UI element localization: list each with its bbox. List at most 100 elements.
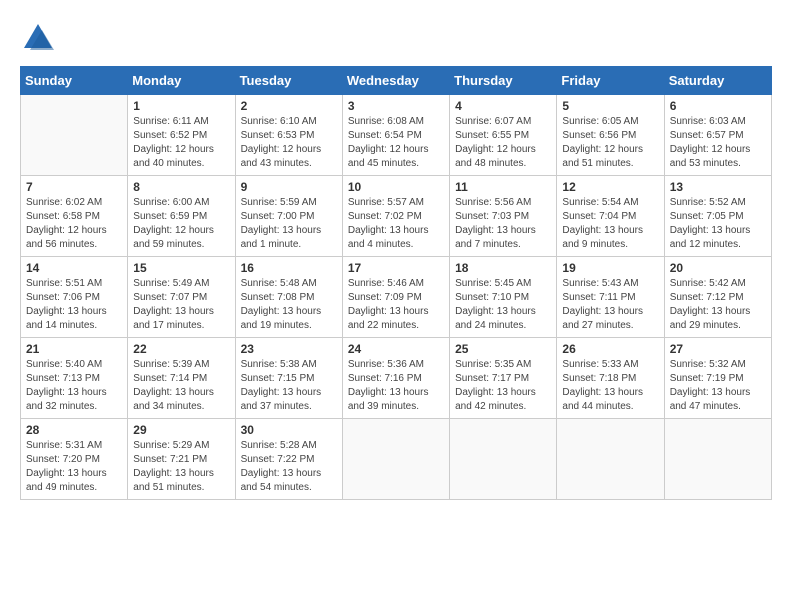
header [20, 20, 772, 56]
day-info: Sunrise: 6:07 AMSunset: 6:55 PMDaylight:… [455, 115, 551, 171]
day-number: 18 [455, 261, 551, 275]
day-info: Sunrise: 6:02 AMSunset: 6:58 PMDaylight:… [26, 196, 122, 252]
calendar-week-row: 1 Sunrise: 6:11 AMSunset: 6:52 PMDaylight… [21, 95, 772, 176]
calendar-cell: 17 Sunrise: 5:46 AMSunset: 7:09 PMDayligh… [342, 257, 449, 338]
calendar-cell: 7 Sunrise: 6:02 AMSunset: 6:58 PMDaylight… [21, 176, 128, 257]
calendar-cell: 10 Sunrise: 5:57 AMSunset: 7:02 PMDayligh… [342, 176, 449, 257]
day-number: 10 [348, 180, 444, 194]
day-info: Sunrise: 5:49 AMSunset: 7:07 PMDaylight:… [133, 277, 229, 333]
calendar-cell: 26Sunrise: 5:33 AMSunset: 7:18 PMDayligh… [557, 338, 664, 419]
day-info: Sunrise: 5:40 AMSunset: 7:13 PMDaylight:… [26, 358, 122, 414]
calendar-cell: 27 Sunrise: 5:32 AMSunset: 7:19 PMDayligh… [664, 338, 771, 419]
calendar-cell: 22 Sunrise: 5:39 AMSunset: 7:14 PMDayligh… [128, 338, 235, 419]
day-info: Sunrise: 6:05 AMSunset: 6:56 PMDaylight:… [562, 115, 658, 171]
day-info: Sunrise: 6:10 AMSunset: 6:53 PMDaylight:… [241, 115, 337, 171]
col-header-thursday: Thursday [450, 67, 557, 95]
day-number: 21 [26, 342, 122, 356]
logo [20, 20, 62, 56]
day-info: Sunrise: 6:11 AMSunset: 6:52 PMDaylight:… [133, 115, 229, 171]
day-info: Sunrise: 5:56 AMSunset: 7:03 PMDaylight:… [455, 196, 551, 252]
day-info: Sunrise: 5:43 AMSunset: 7:11 PMDaylight:… [562, 277, 658, 333]
day-number: 13 [670, 180, 766, 194]
day-number: 1 [133, 99, 229, 113]
day-number: 15 [133, 261, 229, 275]
day-number: 19 [562, 261, 658, 275]
calendar: SundayMondayTuesdayWednesdayThursdayFrid… [20, 66, 772, 500]
day-info: Sunrise: 5:59 AMSunset: 7:00 PMDaylight:… [241, 196, 337, 252]
day-info: Sunrise: 5:29 AMSunset: 7:21 PMDaylight:… [133, 439, 229, 495]
calendar-cell: 14 Sunrise: 5:51 AMSunset: 7:06 PMDayligh… [21, 257, 128, 338]
day-number: 3 [348, 99, 444, 113]
day-info: Sunrise: 5:45 AMSunset: 7:10 PMDaylight:… [455, 277, 551, 333]
day-info: Sunrise: 5:33 AMSunset: 7:18 PMDaylight:… [562, 358, 658, 414]
day-number: 17 [348, 261, 444, 275]
day-number: 8 [133, 180, 229, 194]
col-header-wednesday: Wednesday [342, 67, 449, 95]
calendar-cell: 5 Sunrise: 6:05 AMSunset: 6:56 PMDaylight… [557, 95, 664, 176]
col-header-sunday: Sunday [21, 67, 128, 95]
calendar-cell [21, 95, 128, 176]
day-number: 11 [455, 180, 551, 194]
calendar-week-row: 14 Sunrise: 5:51 AMSunset: 7:06 PMDayligh… [21, 257, 772, 338]
calendar-cell: 18 Sunrise: 5:45 AMSunset: 7:10 PMDayligh… [450, 257, 557, 338]
calendar-cell: 9 Sunrise: 5:59 AMSunset: 7:00 PMDaylight… [235, 176, 342, 257]
calendar-cell: 2 Sunrise: 6:10 AMSunset: 6:53 PMDaylight… [235, 95, 342, 176]
day-number: 28 [26, 423, 122, 437]
day-info: Sunrise: 5:31 AMSunset: 7:20 PMDaylight:… [26, 439, 122, 495]
calendar-cell [450, 419, 557, 500]
day-number: 2 [241, 99, 337, 113]
day-info: Sunrise: 6:08 AMSunset: 6:54 PMDaylight:… [348, 115, 444, 171]
col-header-saturday: Saturday [664, 67, 771, 95]
day-number: 20 [670, 261, 766, 275]
day-info: Sunrise: 5:36 AMSunset: 7:16 PMDaylight:… [348, 358, 444, 414]
day-info: Sunrise: 5:51 AMSunset: 7:06 PMDaylight:… [26, 277, 122, 333]
calendar-cell: 24Sunrise: 5:36 AMSunset: 7:16 PMDayligh… [342, 338, 449, 419]
calendar-week-row: 21 Sunrise: 5:40 AMSunset: 7:13 PMDayligh… [21, 338, 772, 419]
calendar-week-row: 7 Sunrise: 6:02 AMSunset: 6:58 PMDaylight… [21, 176, 772, 257]
calendar-cell [664, 419, 771, 500]
day-number: 23 [241, 342, 337, 356]
calendar-cell: 15 Sunrise: 5:49 AMSunset: 7:07 PMDayligh… [128, 257, 235, 338]
day-number: 7 [26, 180, 122, 194]
day-number: 6 [670, 99, 766, 113]
day-number: 5 [562, 99, 658, 113]
day-info: Sunrise: 5:35 AMSunset: 7:17 PMDaylight:… [455, 358, 551, 414]
day-number: 29 [133, 423, 229, 437]
day-number: 27 [670, 342, 766, 356]
day-number: 9 [241, 180, 337, 194]
day-info: Sunrise: 5:42 AMSunset: 7:12 PMDaylight:… [670, 277, 766, 333]
calendar-cell: 11 Sunrise: 5:56 AMSunset: 7:03 PMDayligh… [450, 176, 557, 257]
day-number: 12 [562, 180, 658, 194]
day-number: 16 [241, 261, 337, 275]
calendar-cell: 25 Sunrise: 5:35 AMSunset: 7:17 PMDayligh… [450, 338, 557, 419]
calendar-cell: 4Sunrise: 6:07 AMSunset: 6:55 PMDaylight… [450, 95, 557, 176]
day-info: Sunrise: 5:46 AMSunset: 7:09 PMDaylight:… [348, 277, 444, 333]
day-info: Sunrise: 5:48 AMSunset: 7:08 PMDaylight:… [241, 277, 337, 333]
day-info: Sunrise: 6:00 AMSunset: 6:59 PMDaylight:… [133, 196, 229, 252]
day-info: Sunrise: 5:39 AMSunset: 7:14 PMDaylight:… [133, 358, 229, 414]
calendar-cell: 1 Sunrise: 6:11 AMSunset: 6:52 PMDaylight… [128, 95, 235, 176]
calendar-cell [557, 419, 664, 500]
calendar-cell: 30 Sunrise: 5:28 AMSunset: 7:22 PMDayligh… [235, 419, 342, 500]
calendar-cell: 20 Sunrise: 5:42 AMSunset: 7:12 PMDayligh… [664, 257, 771, 338]
day-info: Sunrise: 5:32 AMSunset: 7:19 PMDaylight:… [670, 358, 766, 414]
day-number: 30 [241, 423, 337, 437]
calendar-cell: 6 Sunrise: 6:03 AMSunset: 6:57 PMDaylight… [664, 95, 771, 176]
col-header-tuesday: Tuesday [235, 67, 342, 95]
day-number: 22 [133, 342, 229, 356]
calendar-cell: 28 Sunrise: 5:31 AMSunset: 7:20 PMDayligh… [21, 419, 128, 500]
logo-icon [20, 20, 56, 56]
calendar-cell: 8 Sunrise: 6:00 AMSunset: 6:59 PMDaylight… [128, 176, 235, 257]
calendar-cell: 21 Sunrise: 5:40 AMSunset: 7:13 PMDayligh… [21, 338, 128, 419]
day-info: Sunrise: 5:57 AMSunset: 7:02 PMDaylight:… [348, 196, 444, 252]
day-info: Sunrise: 6:03 AMSunset: 6:57 PMDaylight:… [670, 115, 766, 171]
calendar-cell [342, 419, 449, 500]
calendar-cell: 19 Sunrise: 5:43 AMSunset: 7:11 PMDayligh… [557, 257, 664, 338]
day-number: 14 [26, 261, 122, 275]
calendar-cell: 12Sunrise: 5:54 AMSunset: 7:04 PMDayligh… [557, 176, 664, 257]
day-info: Sunrise: 5:28 AMSunset: 7:22 PMDaylight:… [241, 439, 337, 495]
calendar-cell: 13Sunrise: 5:52 AMSunset: 7:05 PMDayligh… [664, 176, 771, 257]
day-number: 25 [455, 342, 551, 356]
calendar-header-row: SundayMondayTuesdayWednesdayThursdayFrid… [21, 67, 772, 95]
col-header-friday: Friday [557, 67, 664, 95]
